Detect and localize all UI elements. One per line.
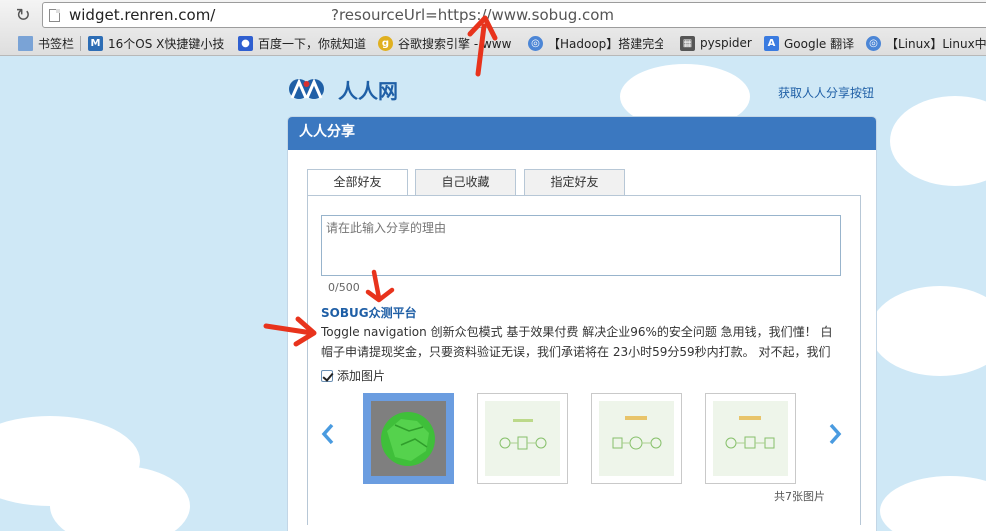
prev-image-arrow-icon[interactable] <box>321 423 335 445</box>
add-image-label: 添加图片 <box>337 369 386 383</box>
translate-icon: A <box>764 35 779 51</box>
globe-icon: ◎ <box>528 35 543 51</box>
globe-icon: ◎ <box>866 35 881 51</box>
grid-icon: ▦ <box>680 35 695 51</box>
renren-logo[interactable]: 人人网 <box>288 74 398 104</box>
cloud-decoration <box>890 96 986 186</box>
m-icon: M <box>88 35 103 51</box>
image-thumbnail[interactable] <box>591 393 682 484</box>
bookmark-item[interactable]: ▦ pyspider <box>680 34 760 52</box>
bookmark-folder[interactable]: 书签栏 <box>18 34 78 52</box>
reload-icon[interactable]: ↻ <box>10 4 36 28</box>
dialog-title: 人人分享 <box>288 117 876 150</box>
bookmark-separator <box>80 36 81 51</box>
renren-logo-icon <box>288 76 334 102</box>
bookmark-item[interactable]: ◎ 【Hadoop】搭建完全分 <box>528 34 663 52</box>
folder-icon <box>18 35 33 51</box>
share-dialog: 人人分享 全部好友 自己收藏 指定好友 0/500 SOBUG众测平台 Togg… <box>287 116 877 531</box>
logo-text: 人人网 <box>338 78 398 103</box>
checkbox-checked-icon[interactable] <box>321 369 333 382</box>
cloud-decoration <box>880 476 986 531</box>
green-sphere-image <box>371 401 446 476</box>
share-title[interactable]: SOBUG众测平台 <box>321 304 417 321</box>
page-icon <box>49 9 60 22</box>
next-image-arrow-icon[interactable] <box>828 423 842 445</box>
diagram-image <box>713 401 788 476</box>
baidu-paw-icon: ● <box>238 35 253 51</box>
share-reason-input[interactable] <box>321 215 841 276</box>
get-share-button-link[interactable]: 获取人人分享按钮 <box>778 84 874 101</box>
add-image-checkbox[interactable]: 添加图片 <box>321 367 385 384</box>
annotation-arrow-icon <box>263 316 317 347</box>
cloud-decoration <box>870 286 986 376</box>
google-icon: g <box>378 35 393 51</box>
bookmark-item[interactable]: ◎ 【Linux】Linux中常 <box>866 34 986 52</box>
tab-all-friends[interactable]: 全部好友 <box>307 169 408 196</box>
image-thumbnail[interactable] <box>477 393 568 484</box>
image-thumbnail[interactable] <box>363 393 454 484</box>
diagram-image <box>485 401 560 476</box>
tab-my-favorites[interactable]: 自己收藏 <box>415 169 516 195</box>
address-bar[interactable]: widget.renren.com/ ?resourceUrl=https://… <box>42 2 986 28</box>
share-description[interactable]: Toggle navigation 创新众包模式 基于效果付费 解决企业96%的… <box>321 322 841 362</box>
image-thumbnail[interactable] <box>705 393 796 484</box>
bookmark-item[interactable]: M 16个OS X快捷键小技巧 <box>88 34 224 52</box>
page-background: 人人网 获取人人分享按钮 人人分享 全部好友 自己收藏 指定好友 0/500 S… <box>0 56 986 531</box>
char-counter: 0/500 <box>328 281 360 294</box>
annotation-arrow-icon <box>467 15 498 77</box>
bookmark-item[interactable]: A Google 翻译 <box>764 34 860 52</box>
annotation-arrow-icon <box>365 269 395 303</box>
url-host: widget.renren.com/ <box>69 6 216 24</box>
images-total: 共7张图片 <box>774 490 825 503</box>
diagram-image <box>599 401 674 476</box>
tab-specific-friends[interactable]: 指定好友 <box>524 169 625 195</box>
bookmark-item[interactable]: ● 百度一下，你就知道 <box>238 34 366 52</box>
